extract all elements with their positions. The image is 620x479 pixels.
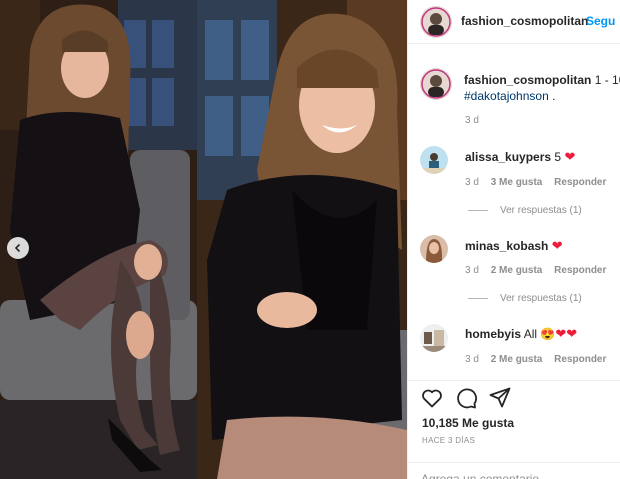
comment-avatar[interactable] [420,324,448,352]
heart-eyes-emoji-icon: 😍 [540,327,556,341]
hashtag-link[interactable]: #dakotajohnson [464,89,549,103]
comment-username[interactable]: homebyis [465,327,521,341]
heart-emoji-icon: ❤ [566,326,578,341]
comment-meta: 3 d 2 Me gusta Responder [465,354,615,365]
view-replies-button[interactable]: Ver respuestas (1) [468,293,582,304]
reply-button[interactable]: Responder [554,265,606,276]
comment-likes[interactable]: 2 Me gusta [491,354,543,365]
chevron-left-icon [14,243,21,253]
comment-line: alissa_kuypers 5 ❤ [465,149,575,165]
action-bar [408,380,620,412]
comment-time[interactable]: 3 d [465,177,479,188]
comment-bubble-icon[interactable] [454,386,478,410]
photo-left [0,0,197,479]
post-sidebar: fashion_cosmopolitan Segu fashion_cosmop… [407,0,620,479]
caption-text: 1 - 10 [594,73,620,87]
comment-username[interactable]: minas_kobash [465,239,548,253]
paper-plane-icon[interactable] [488,386,512,410]
post-header: fashion_cosmopolitan Segu [408,0,620,44]
comment-meta: 3 d 3 Me gusta Responder [465,177,615,188]
comment-likes[interactable]: 3 Me gusta [491,177,543,188]
comment-time[interactable]: 3 d [465,265,479,276]
likes-count[interactable]: 10,185 Me gusta [422,416,514,430]
comment-input[interactable] [421,472,611,479]
caption-username[interactable]: fashion_cosmopolitan [464,73,591,87]
comment-line: homebyis All 😍❤❤ [465,326,577,342]
carousel-prev-button[interactable] [7,237,29,259]
comment-username[interactable]: alissa_kuypers [465,150,551,164]
comment-avatar[interactable] [420,235,448,263]
photo-right [197,0,407,479]
post-date: HACE 3 DÍAS [422,436,476,445]
heart-emoji-icon: ❤ [551,238,563,253]
post-image[interactable] [0,0,407,479]
photo-right-illustration [197,0,407,479]
caption-line: fashion_cosmopolitan 1 - 10 [464,73,620,87]
caption-time[interactable]: 3 d [465,115,479,126]
follow-button[interactable]: Segu [586,14,615,28]
comment-likes[interactable]: 2 Me gusta [491,265,543,276]
photo-left-illustration [0,0,197,479]
comment-text: All [523,327,538,341]
account-avatar[interactable] [420,6,452,38]
heart-emoji-icon: ❤ [555,326,567,341]
add-comment-bar [408,462,620,479]
caption-avatar[interactable] [420,68,452,100]
header-username[interactable]: fashion_cosmopolitan [461,14,588,28]
reply-button[interactable]: Responder [554,177,606,188]
heart-emoji-icon: ❤ [564,149,576,164]
comment-line: minas_kobash ❤ [465,238,563,254]
caption-trailing: . [552,89,556,103]
comment-time[interactable]: 3 d [465,354,479,365]
reply-button[interactable]: Responder [554,354,606,365]
comment-meta: 3 d 2 Me gusta Responder [465,265,615,276]
heart-outline-icon[interactable] [420,386,444,410]
comment-text: 5 [554,150,562,164]
view-replies-button[interactable]: Ver respuestas (1) [468,205,582,216]
caption-hashtag-line: #dakotajohnson . [464,89,555,103]
comment-avatar[interactable] [420,146,448,174]
